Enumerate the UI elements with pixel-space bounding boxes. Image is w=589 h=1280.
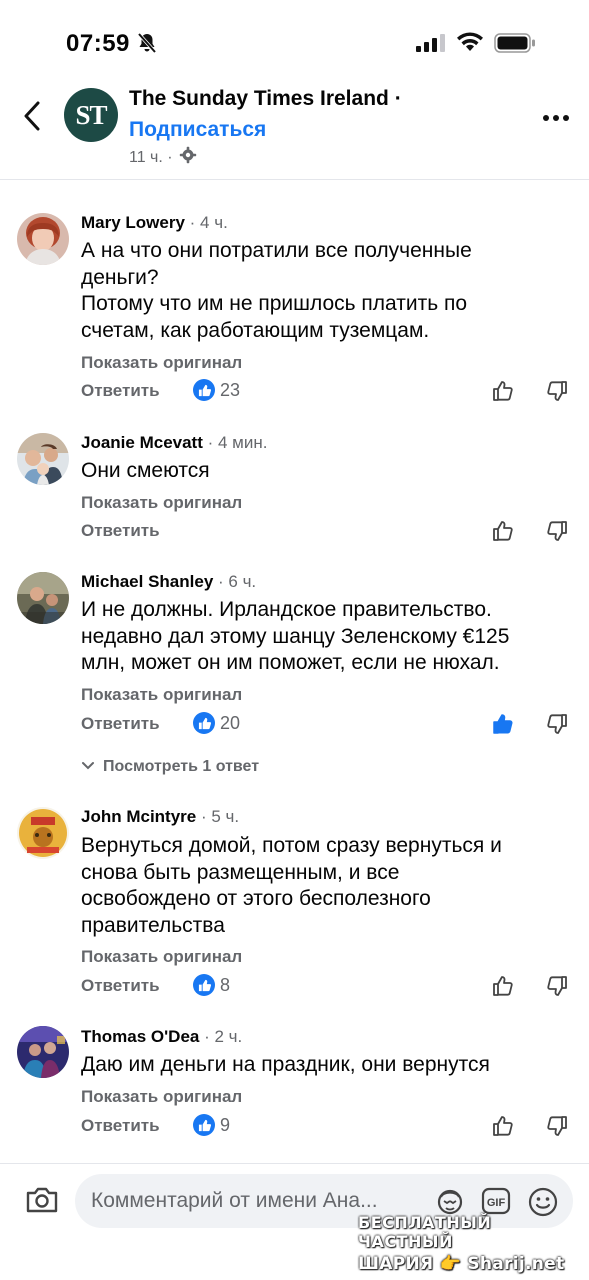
page-logo[interactable]: ST — [64, 88, 118, 142]
reply-button[interactable]: Ответить — [81, 1116, 160, 1136]
comment-actions: Ответить 20 — [81, 712, 589, 738]
avatar[interactable] — [17, 1026, 69, 1078]
comment-line: И не должны. Ирландское правительство. — [81, 598, 492, 621]
watermark-line: ШАРИЯ 👉 Sharij.net — [358, 1254, 565, 1274]
comment-actions: Ответить 8 — [81, 974, 589, 1000]
comment-line: деньги? — [81, 265, 159, 289]
comment-actions: Ответить 23 — [81, 379, 589, 405]
comment-author[interactable]: Michael Shanley — [81, 572, 213, 591]
thumbs-up-icon[interactable] — [491, 1114, 515, 1143]
like-count: 20 — [220, 712, 241, 733]
avatar[interactable] — [17, 433, 69, 485]
watermark: БЕСПЛАТНЫЙ ЧАСТНЫЙ ШАРИЯ 👉 Sharij.net — [358, 1213, 580, 1274]
comment-line: А на что они потратили все полученные — [81, 239, 472, 262]
comment-text: Даю им деньги на праздник, они вернутся — [81, 1052, 561, 1079]
gif-label: GIF — [487, 1197, 506, 1209]
post-meta: 11 ч. · — [129, 146, 197, 169]
logo-text: ST — [75, 99, 107, 130]
reaction-summary[interactable]: 8 — [193, 974, 230, 996]
like-count: 9 — [220, 1114, 231, 1135]
show-original-link[interactable]: Показать оригинал — [81, 353, 242, 373]
comment-line: Потому что им не пришлось платить по — [81, 292, 468, 315]
thumbs-up-filled-icon[interactable] — [491, 712, 515, 741]
comment-text: Вернуться домой, потом сразу вернуться и… — [81, 833, 561, 939]
muted-bell-icon — [136, 32, 158, 59]
show-original-link[interactable]: Показать оригинал — [81, 1087, 242, 1107]
comment-header: Mary Lowery · 4 ч. — [81, 213, 228, 233]
avatar[interactable] — [17, 572, 69, 624]
battery-icon — [494, 33, 536, 58]
status-bar: 07:59 — [0, 0, 589, 80]
show-original-link[interactable]: Показать оригинал — [81, 493, 242, 513]
reaction-summary[interactable]: 20 — [193, 712, 240, 734]
show-original-link[interactable]: Показать оригинал — [81, 947, 242, 967]
comment-time: · 2 ч. — [199, 1027, 243, 1046]
comment-text: Они смеются — [81, 458, 561, 485]
like-badge-icon — [193, 974, 215, 996]
post-header: ST The Sunday Times Ireland · Подписатьс… — [0, 80, 589, 180]
comment-actions: Ответить — [81, 519, 589, 545]
reply-button[interactable]: Ответить — [81, 521, 160, 541]
comment-text: А на что они потратили все полученные де… — [81, 238, 561, 344]
clock: 07:59 — [66, 30, 130, 57]
thumbs-down-icon[interactable] — [545, 712, 569, 741]
comment-text: И не должны. Ирландское правительство. н… — [81, 597, 561, 677]
reply-button[interactable]: Ответить — [81, 976, 160, 996]
like-badge-icon — [193, 1114, 215, 1136]
page-name[interactable]: The Sunday Times Ireland · — [129, 87, 402, 111]
back-arrow-icon[interactable] — [18, 98, 48, 134]
comment-header: Thomas O'Dea · 2 ч. — [81, 1027, 242, 1047]
thumbs-up-icon[interactable] — [491, 519, 515, 548]
comment-author[interactable]: Joanie Mcevatt — [81, 433, 203, 452]
comment-line: правительства — [81, 913, 225, 937]
post-age: 11 ч. · — [129, 148, 173, 166]
comment-line: млн, может он им поможет, если не нюхал. — [81, 651, 500, 674]
like-count: 8 — [220, 974, 231, 995]
thumbs-down-icon[interactable] — [545, 519, 569, 548]
avatar[interactable] — [17, 213, 69, 265]
comment-header: Joanie Mcevatt · 4 мин. — [81, 433, 267, 453]
comment-time: · 4 ч. — [184, 213, 228, 232]
comment-line: Они смеются — [81, 459, 210, 482]
avatar[interactable] — [17, 807, 69, 859]
cellular-signal-icon — [416, 34, 446, 57]
comment-author[interactable]: Mary Lowery — [81, 213, 185, 232]
comment-header: Michael Shanley · 6 ч. — [81, 572, 256, 592]
comment-line: снова быть размещенным, и все — [81, 860, 400, 884]
comment-time: · 6 ч. — [213, 572, 257, 591]
comment-time: · 4 мин. — [202, 433, 268, 452]
camera-icon[interactable] — [25, 1186, 59, 1219]
reaction-summary[interactable]: 9 — [193, 1114, 230, 1136]
comment-line: освобождено от этого бесполезного — [81, 887, 431, 910]
thumbs-down-icon[interactable] — [545, 974, 569, 1003]
more-options-icon[interactable] — [542, 110, 570, 128]
like-badge-icon — [193, 379, 215, 401]
like-badge-icon — [193, 712, 215, 734]
view-replies-label: Посмотреть 1 ответ — [103, 758, 260, 775]
comment-line: Даю им деньги на праздник, они вернутся — [81, 1053, 490, 1076]
chevron-down-icon — [81, 758, 95, 776]
reply-button[interactable]: Ответить — [81, 381, 160, 401]
view-replies-link[interactable]: Посмотреть 1 ответ — [81, 758, 259, 776]
comment-line: недавно дал этому шанцу Зеленскому €125 — [81, 624, 510, 648]
comment-header: John Mcintyre · 5 ч. — [81, 807, 239, 827]
like-count: 23 — [220, 379, 241, 400]
comment-author[interactable]: Thomas O'Dea — [81, 1027, 199, 1046]
show-original-link[interactable]: Показать оригинал — [81, 685, 242, 705]
reply-button[interactable]: Ответить — [81, 714, 160, 734]
comment-line: Вернуться домой, потом сразу вернуться и — [81, 834, 502, 857]
comment-author[interactable]: John Mcintyre — [81, 807, 196, 826]
comment-actions: Ответить 9 — [81, 1114, 589, 1140]
thumbs-down-icon[interactable] — [545, 1114, 569, 1143]
thumbs-down-icon[interactable] — [545, 379, 569, 408]
reaction-summary[interactable]: 23 — [193, 379, 240, 401]
watermark-line: БЕСПЛАТНЫЙ ЧАСТНЫЙ — [358, 1213, 492, 1251]
wifi-icon — [456, 31, 484, 58]
privacy-gear-icon — [179, 146, 197, 169]
comment-line: счетам, как работающим туземцам. — [81, 318, 430, 342]
comment-time: · 5 ч. — [196, 807, 240, 826]
thumbs-up-icon[interactable] — [491, 379, 515, 408]
subscribe-button[interactable]: Подписаться — [129, 118, 266, 142]
thumbs-up-icon[interactable] — [491, 974, 515, 1003]
